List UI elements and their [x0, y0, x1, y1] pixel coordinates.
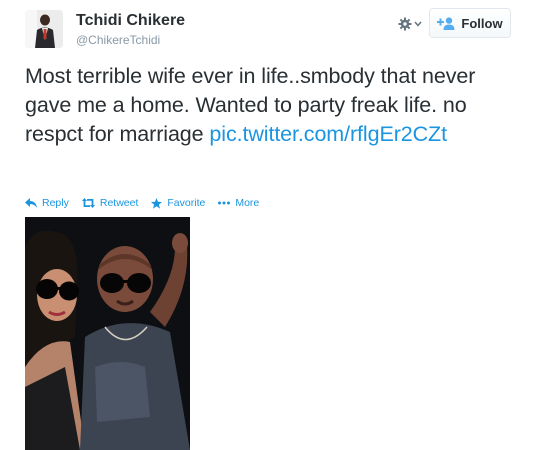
tweet-photo[interactable]	[25, 217, 190, 450]
reply-action[interactable]: Reply	[25, 197, 69, 209]
more-action[interactable]: More	[218, 197, 259, 209]
avatar[interactable]	[25, 10, 63, 48]
retweet-action[interactable]: Retweet	[81, 197, 139, 209]
tweet-text: Most terrible wife ever in life..smbody …	[25, 62, 520, 149]
tweet-media-link[interactable]: pic.twitter.com/rflgEr2CZt	[209, 122, 447, 146]
follow-label: Follow	[461, 15, 503, 31]
chevron-down-icon	[414, 21, 422, 27]
profile-avatar-image	[25, 10, 63, 48]
gear-icon	[398, 17, 412, 31]
follow-button[interactable]: Follow	[429, 8, 511, 38]
retweet-icon	[81, 198, 95, 208]
favorite-label: Favorite	[167, 197, 206, 209]
more-label: More	[235, 197, 260, 209]
reply-icon	[25, 198, 37, 208]
retweet-label: Retweet	[99, 197, 139, 209]
tweet-photo-image	[25, 217, 190, 450]
settings-menu-button[interactable]	[398, 14, 424, 34]
more-dots-icon	[218, 201, 231, 205]
user-handle[interactable]: @ChikereTchidi	[76, 33, 160, 47]
favorite-action[interactable]: Favorite	[151, 197, 205, 209]
user-name[interactable]: Tchidi Chikere	[76, 12, 185, 30]
reply-label: Reply	[42, 197, 69, 209]
add-person-icon	[437, 16, 455, 30]
tweet-actions: Reply Retweet Favorite More	[25, 196, 272, 210]
star-icon	[151, 197, 163, 209]
